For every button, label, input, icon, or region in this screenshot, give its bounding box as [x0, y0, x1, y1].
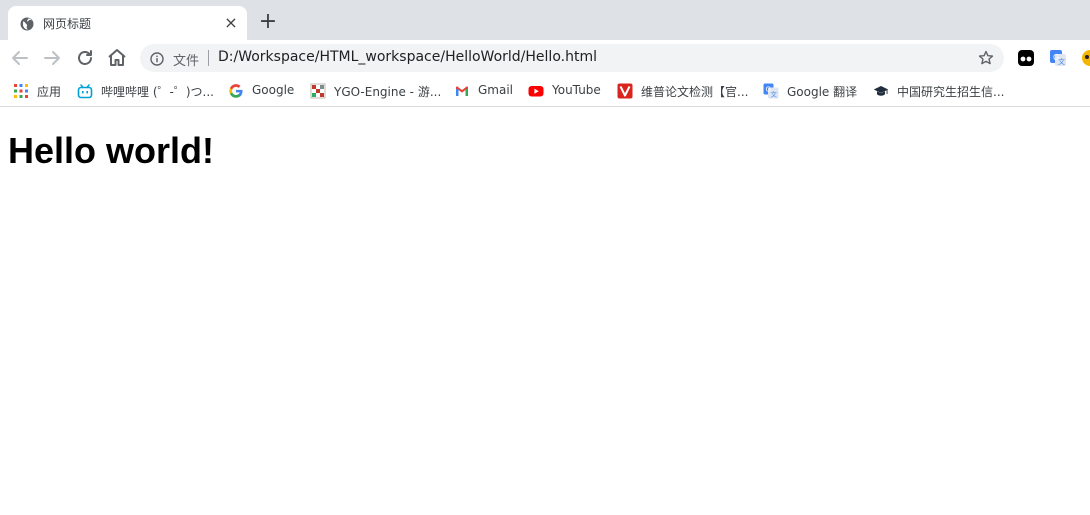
- reload-icon: [73, 46, 97, 70]
- google-icon: [228, 83, 244, 99]
- bilibili-icon: [77, 83, 93, 99]
- svg-text:文: 文: [1058, 57, 1065, 66]
- toolbar: 文件 D:/Workspace/HTML_workspace/HelloWorl…: [0, 40, 1090, 76]
- google-translate-icon: G 文: [763, 83, 779, 99]
- omnibox-divider: [208, 50, 209, 66]
- svg-text:文: 文: [771, 90, 778, 99]
- scheme-label: 文件: [173, 54, 200, 69]
- bookmark-label: 应用: [37, 85, 62, 99]
- browser-window: 网页标题 × + 文件 D:/Workspace/HTML_workspace/…: [0, 0, 1090, 515]
- google-translate-icon[interactable]: G 文: [1049, 49, 1067, 67]
- bookmark-label: Google: [252, 83, 295, 97]
- bookmark-label: YGO-Engine - 游...: [334, 85, 442, 99]
- globe-icon: [20, 16, 34, 31]
- tab-close-button[interactable]: ×: [221, 13, 241, 33]
- new-tab-button[interactable]: +: [257, 11, 279, 33]
- gmail-icon: [454, 83, 470, 99]
- apps-grid-icon: [13, 83, 29, 99]
- address-bar[interactable]: 文件 D:/Workspace/HTML_workspace/HelloWorl…: [140, 44, 1004, 72]
- page-heading: Hello world!: [8, 130, 214, 171]
- star-icon[interactable]: [978, 50, 994, 66]
- reload-button[interactable]: [73, 46, 97, 70]
- bookmark-label: 维普论文检测【官...: [641, 85, 749, 99]
- info-icon[interactable]: [150, 51, 164, 66]
- page-content: Hello world!: [0, 107, 1090, 515]
- tab-strip: 网页标题 × +: [0, 0, 1090, 40]
- bookmark-label: Google 翻译: [787, 85, 858, 99]
- home-button[interactable]: [105, 46, 129, 70]
- youtube-icon: [528, 83, 544, 99]
- url-text[interactable]: D:/Workspace/HTML_workspace/HelloWorld/H…: [218, 49, 597, 65]
- bookmark-label: Gmail: [478, 83, 514, 97]
- bookmark-label: 哔哩哔哩 (゜-゜)つ...: [101, 85, 214, 99]
- tampermonkey-icon[interactable]: [1017, 49, 1035, 67]
- forward-button[interactable]: [40, 46, 64, 70]
- bookmarks-bar: 应用 哔哩哔哩 (゜-゜)つ... Google YGO-Engine - 游.…: [0, 76, 1090, 107]
- back-arrow-icon: [8, 46, 32, 70]
- tab-active[interactable]: 网页标题 ×: [8, 6, 247, 40]
- tab-title: 网页标题: [43, 17, 92, 31]
- home-icon: [105, 46, 129, 70]
- graduation-cap-icon: [873, 83, 889, 99]
- weipu-icon: [617, 83, 633, 99]
- bookmark-label: 中国研究生招生信...: [897, 85, 1005, 99]
- ygo-engine-icon: [310, 83, 326, 99]
- bookmark-label: YouTube: [552, 83, 601, 97]
- back-button[interactable]: [8, 46, 32, 70]
- forward-arrow-icon: [40, 46, 64, 70]
- extension-icon[interactable]: [1081, 49, 1090, 67]
